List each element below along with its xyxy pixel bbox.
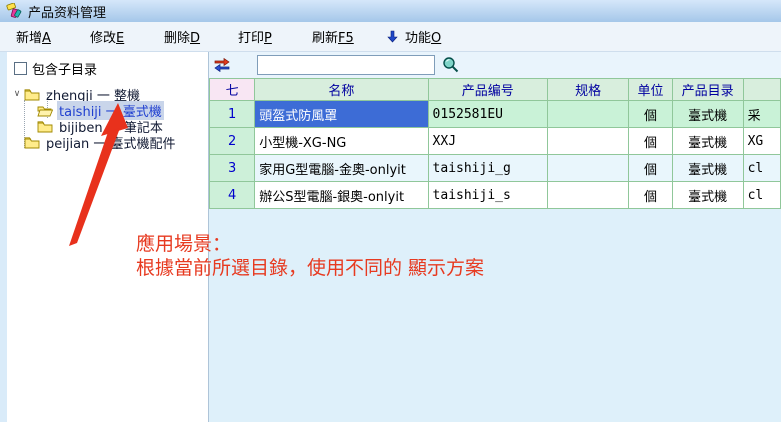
edit-button[interactable]: 修改E — [90, 27, 164, 46]
search-input[interactable] — [257, 55, 435, 75]
table-row[interactable]: 4 辦公S型電腦-銀奧-onlyit taishiji_s 個 臺式機 cl — [210, 182, 781, 209]
folder-icon — [37, 120, 53, 133]
delete-button[interactable]: 删除D — [164, 27, 238, 46]
product-table: 七 名称 产品编号 规格 单位 产品目录 1 頭盔式防風罩 0152581EU … — [209, 78, 781, 209]
include-subdir-checkbox-row[interactable]: 包含子目录 — [14, 59, 208, 78]
folder-icon — [24, 136, 40, 149]
folder-icon — [24, 88, 40, 101]
tree-node-peijian[interactable]: peijian 一 臺式機配件 — [7, 134, 208, 150]
annotation-line1: 應用場景： — [136, 232, 484, 256]
refresh-button[interactable]: 刷新F5 — [312, 27, 386, 46]
title-bar: 产品资料管理 — [0, 0, 781, 22]
table-header-row: 七 名称 产品编号 规格 单位 产品目录 — [210, 79, 781, 101]
directory-tree: ∨ zhengji 一 整機 taishiji 一 臺式機 — [7, 86, 208, 150]
table-row[interactable]: 3 家用G型電腦-金奧-onlyit taishiji_g 個 臺式機 cl — [210, 155, 781, 182]
include-subdir-label: 包含子目录 — [32, 59, 97, 78]
corner-header-cell[interactable]: 七 — [210, 79, 255, 101]
app-icon — [6, 3, 24, 19]
annotation-text: 應用場景： 根據當前所選目錄，使用不同的 顯示方案 — [136, 232, 484, 280]
selected-cell[interactable]: 頭盔式防風罩 — [255, 101, 428, 128]
header-extra[interactable] — [743, 79, 780, 101]
swap-arrows-icon[interactable] — [213, 57, 231, 72]
header-name[interactable]: 名称 — [255, 79, 428, 101]
folder-open-icon — [37, 104, 53, 117]
search-bar — [209, 52, 781, 78]
toolbar: 新增A 修改E 删除D 打印P 刷新F5 功能O — [0, 22, 781, 52]
search-icon[interactable] — [442, 56, 459, 73]
expand-chevron-icon[interactable]: ∨ — [11, 89, 23, 99]
header-unit[interactable]: 单位 — [629, 79, 672, 101]
include-subdir-checkbox[interactable] — [14, 62, 27, 75]
blue-down-arrow-icon — [386, 30, 399, 43]
add-button[interactable]: 新增A — [16, 27, 90, 46]
print-button[interactable]: 打印P — [238, 27, 312, 46]
function-menu-button[interactable]: 功能O — [386, 27, 441, 46]
table-row[interactable]: 2 小型機-XG-NG XXJ 個 臺式機 XG — [210, 128, 781, 155]
window-title: 产品资料管理 — [28, 2, 106, 21]
annotation-line2: 根據當前所選目錄，使用不同的 顯示方案 — [136, 256, 484, 280]
header-catalog[interactable]: 产品目录 — [672, 79, 743, 101]
header-spec[interactable]: 规格 — [547, 79, 628, 101]
table-row[interactable]: 1 頭盔式防風罩 0152581EU 個 臺式機 采 — [210, 101, 781, 128]
header-product-code[interactable]: 产品编号 — [428, 79, 547, 101]
